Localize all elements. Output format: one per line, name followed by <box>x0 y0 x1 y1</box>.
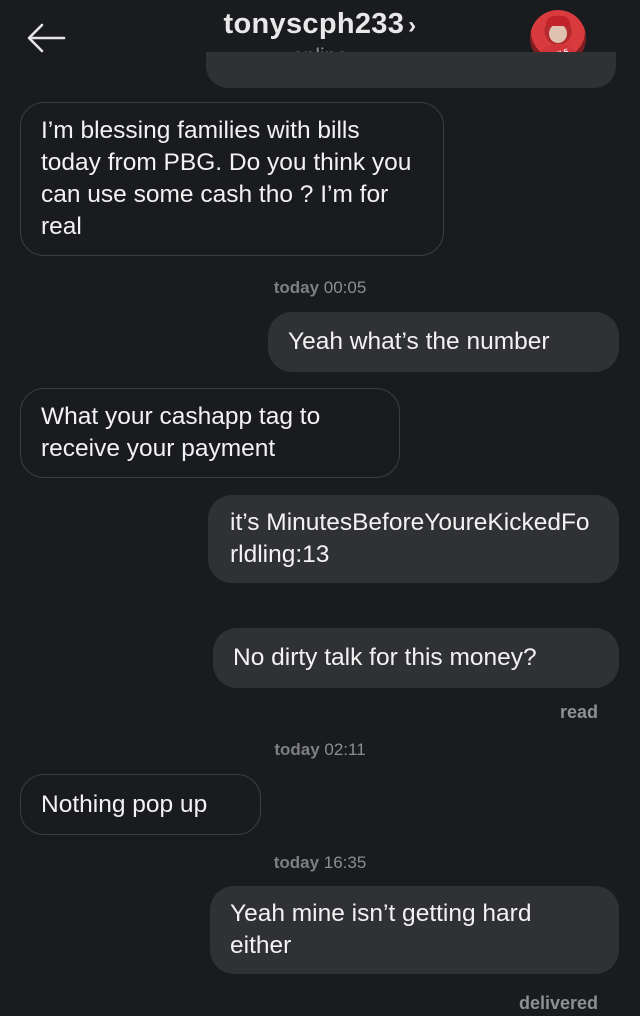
message-outgoing[interactable]: Yeah mine isn’t getting hard either <box>210 886 619 974</box>
timestamp-time: 02:11 <box>324 740 366 759</box>
message-outgoing[interactable]: it’s MinutesBeforeYoureKickedFo rldling:… <box>208 495 619 583</box>
timestamp-day: today <box>273 853 320 872</box>
timestamp: today 16:35 <box>0 853 640 873</box>
delivered-receipt: delivered <box>518 993 598 1013</box>
previous-message-bubble <box>206 52 616 88</box>
contact-username[interactable]: tonyscph233 <box>224 8 405 40</box>
timestamp-day: today <box>274 740 320 759</box>
timestamp: today 00:05 <box>0 278 640 298</box>
chat-screen: tonyscph233› online ANGELS I’m blessing … <box>0 0 640 1016</box>
message-outgoing[interactable]: No dirty talk for this money? <box>213 628 619 688</box>
timestamp-day: today <box>273 278 320 297</box>
read-receipt: read <box>559 702 598 722</box>
message-incoming[interactable]: What your cashapp tag to receive your pa… <box>20 388 400 478</box>
timestamp-time: 00:05 <box>323 278 367 297</box>
avatar-face <box>549 24 567 43</box>
message-outgoing[interactable]: Yeah what’s the number <box>268 312 619 372</box>
message-incoming[interactable]: Nothing pop up <box>20 774 261 835</box>
chevron-right-icon: › <box>408 12 417 39</box>
timestamp-time: 16:35 <box>323 853 367 872</box>
message-incoming[interactable]: I’m blessing families with bills today f… <box>20 102 444 256</box>
avatar-cap <box>546 16 570 26</box>
timestamp: today 02:11 <box>0 740 640 760</box>
